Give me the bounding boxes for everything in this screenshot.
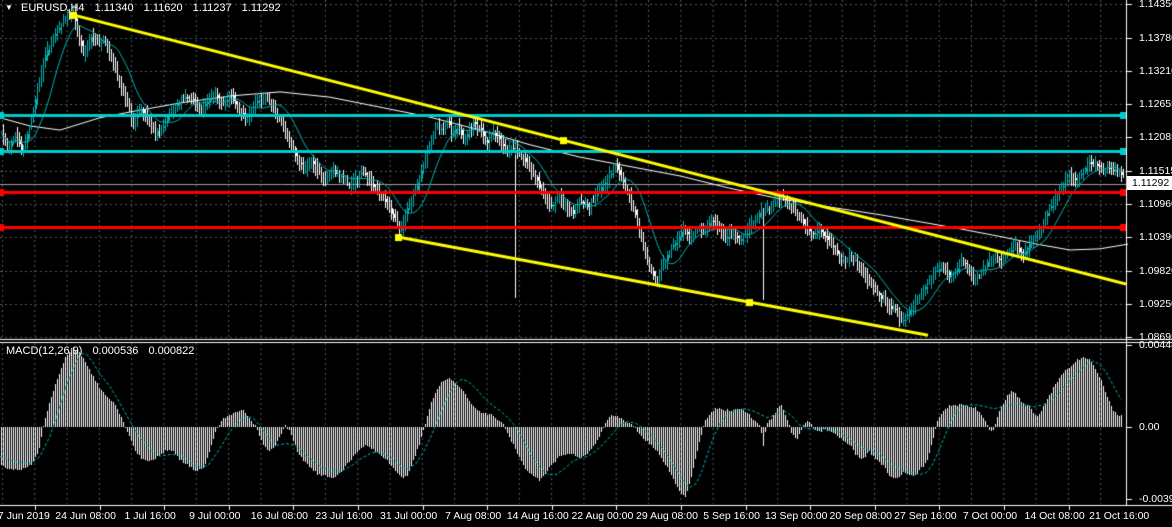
low-value: 1.11237 [192, 2, 232, 14]
macd-name: MACD(12,26,9) [6, 345, 83, 357]
price-tick-label: 1.13780 [1139, 32, 1172, 44]
date-tick-label: 29 Aug 08:00 [636, 510, 698, 522]
date-tick-label: 14 Oct 08:00 [1024, 510, 1085, 522]
date-tick-label: 27 Sep 16:00 [894, 510, 957, 522]
macd-signal-value: 0.000822 [148, 345, 195, 357]
price-tick-label: 1.10960 [1139, 198, 1172, 210]
close-value: 1.11292 [241, 2, 281, 14]
date-tick-label: 23 Jul 16:00 [315, 510, 373, 522]
date-tick-label: 17 Jun 2019 [0, 510, 50, 522]
date-tick-label: 7 Aug 08:00 [445, 510, 502, 522]
price-tick-label: 1.09250 [1139, 298, 1172, 310]
date-tick-label: 13 Sep 00:00 [764, 510, 828, 522]
price-tick-label: 1.09820 [1139, 265, 1172, 277]
price-tick-label: 1.10390 [1139, 231, 1172, 243]
date-tick-label: 21 Oct 16:00 [1089, 510, 1150, 522]
date-tick-label: 20 Sep 08:00 [829, 510, 893, 522]
price-tick-label: 1.12655 [1139, 98, 1172, 110]
date-tick-label: 24 Jun 08:00 [55, 510, 116, 522]
current-price-badge: 1.11292 [1127, 176, 1172, 190]
macd-panel[interactable] [0, 343, 1126, 505]
macd-tick-label: 0.00 [1139, 421, 1160, 433]
symbol-period-label: EURUSD,H4 [20, 2, 85, 14]
price-tick-label: 1.12085 [1139, 131, 1172, 143]
high-value: 1.11620 [143, 2, 183, 14]
open-value: 1.11340 [94, 2, 134, 14]
price-panel[interactable] [0, 0, 1126, 339]
date-tick-label: 7 Oct 00:00 [962, 510, 1018, 522]
chart-title: ▼ EURUSD,H4 1.11340 1.11620 1.11237 1.11… [5, 2, 281, 14]
price-tick-label: 1.13210 [1139, 65, 1172, 77]
date-tick-label: 9 Jul 00:00 [189, 510, 241, 522]
date-tick-label: 22 Aug 00:00 [571, 510, 634, 522]
date-tick-label: 31 Jul 00:00 [379, 510, 438, 522]
date-tick-label: 5 Sep 16:00 [703, 510, 760, 522]
price-tick-label: 1.14350 [1139, 0, 1172, 10]
macd-tick-label: -0.003925 [1139, 493, 1172, 505]
macd-tick-label: 0.004481 [1139, 339, 1172, 351]
symbol-dropdown-icon[interactable]: ▼ [5, 3, 13, 12]
date-tick-label: 14 Aug 16:00 [506, 510, 569, 522]
date-tick-label: 1 Jul 16:00 [124, 510, 176, 522]
macd-main-value: 0.000536 [92, 345, 139, 357]
macd-indicator-label: MACD(12,26,9) 0.000536 0.000822 [6, 345, 194, 357]
date-tick-label: 16 Jul 08:00 [250, 510, 308, 522]
trading-chart-window: { "header": {"symbol": "EURUSD,H4", "ope… [0, 0, 1172, 527]
